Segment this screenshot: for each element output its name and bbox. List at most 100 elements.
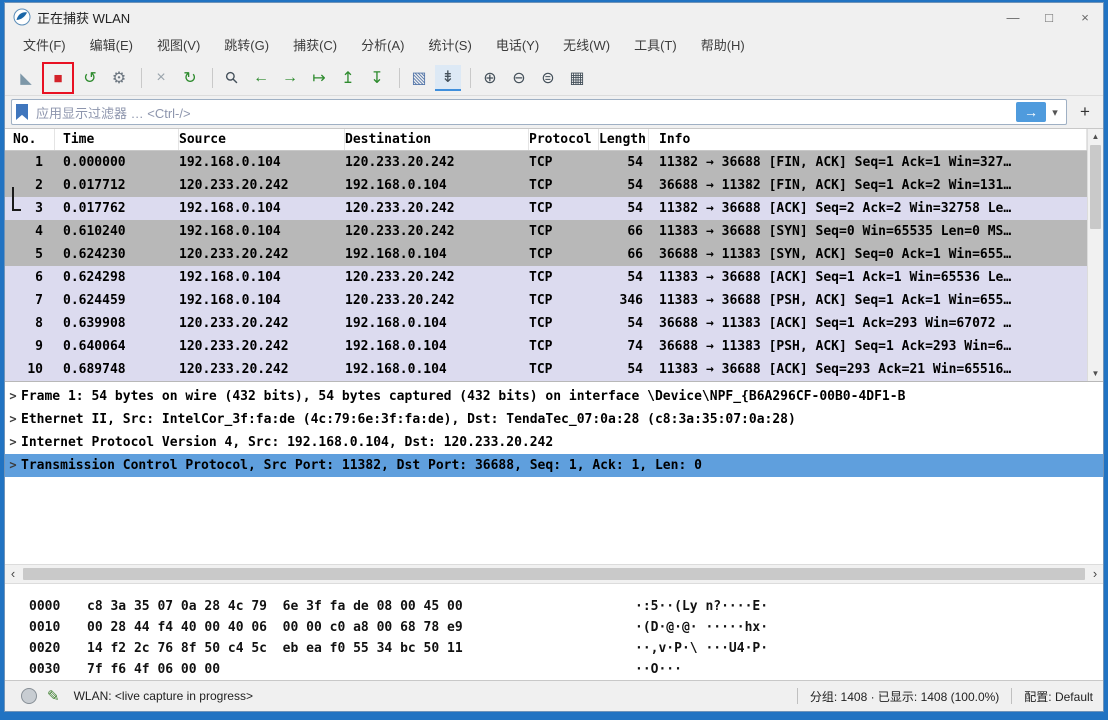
cell-protocol: TCP xyxy=(529,358,599,381)
cell-source: 192.168.0.104 xyxy=(179,289,345,312)
cell-source: 192.168.0.104 xyxy=(179,197,345,220)
detail-row-frame[interactable]: > Frame 1: 54 bytes on wire (432 bits), … xyxy=(5,385,1103,408)
scroll-right-icon[interactable]: › xyxy=(1087,566,1103,582)
detail-row-ethernet[interactable]: > Ethernet II, Src: IntelCor_3f:fa:de (4… xyxy=(5,408,1103,431)
cell-info: 36688 → 11383 [SYN, ACK] Seq=0 Ack=1 Win… xyxy=(649,243,1087,266)
stop-capture-icon[interactable]: ■ xyxy=(45,65,71,91)
go-first-packet-icon[interactable]: ↥ xyxy=(335,65,361,91)
hex-bytes: 14 f2 2c 76 8f 50 c4 5c eb ea f0 55 34 b… xyxy=(87,638,635,659)
go-forward-icon[interactable]: → xyxy=(277,65,303,91)
title-bar[interactable]: 正在捕获 WLAN — □ × xyxy=(5,3,1103,31)
packet-row[interactable]: 2 0.017712 120.233.20.242 192.168.0.104 … xyxy=(5,174,1087,197)
packet-row[interactable]: 8 0.639908 120.233.20.242 192.168.0.104 … xyxy=(5,312,1087,335)
restart-capture-icon[interactable]: ↺ xyxy=(77,65,103,91)
hex-row[interactable]: 0010 00 28 44 f4 40 00 40 06 00 00 c0 a8… xyxy=(5,617,1103,638)
toolbar-separator xyxy=(470,68,471,88)
cell-destination: 192.168.0.104 xyxy=(345,335,529,358)
close-file-icon[interactable]: × xyxy=(148,65,174,91)
maximize-button[interactable]: □ xyxy=(1031,3,1067,31)
apply-filter-icon[interactable]: → xyxy=(1016,102,1046,122)
menu-view[interactable]: 视图(V) xyxy=(145,31,212,61)
menu-edit[interactable]: 编辑(E) xyxy=(78,31,145,61)
column-header-length[interactable]: Length xyxy=(599,129,649,150)
zoom-reset-icon[interactable]: ⊜ xyxy=(535,65,561,91)
packet-row[interactable]: 9 0.640064 120.233.20.242 192.168.0.104 … xyxy=(5,335,1087,358)
expander-icon[interactable]: > xyxy=(5,408,21,431)
menu-telephony[interactable]: 电话(Y) xyxy=(484,31,551,61)
detail-row-ip[interactable]: > Internet Protocol Version 4, Src: 192.… xyxy=(5,431,1103,454)
capture-status-text: WLAN: <live capture in progress> xyxy=(74,689,253,703)
colorize-packets-icon[interactable]: ▧ xyxy=(406,65,432,91)
scroll-up-icon[interactable]: ▲ xyxy=(1088,129,1103,144)
packet-row[interactable]: 6 0.624298 192.168.0.104 120.233.20.242 … xyxy=(5,266,1087,289)
menu-wireless[interactable]: 无线(W) xyxy=(551,31,622,61)
cell-destination: 120.233.20.242 xyxy=(345,197,529,220)
menu-file[interactable]: 文件(F) xyxy=(11,31,78,61)
menu-analyze[interactable]: 分析(A) xyxy=(349,31,416,61)
display-filter-input[interactable]: 应用显示过滤器 … <Ctrl-/> → ▾ xyxy=(11,99,1067,125)
horizontal-scrollbar[interactable]: ‹ › xyxy=(5,564,1103,584)
profile-selector[interactable]: 配置: Default xyxy=(1024,688,1093,705)
expander-icon[interactable]: > xyxy=(5,454,21,477)
vertical-scrollbar[interactable]: ▲ ▼ xyxy=(1087,129,1103,381)
cell-source: 120.233.20.242 xyxy=(179,243,345,266)
packet-row[interactable]: 1 0.000000 192.168.0.104 120.233.20.242 … xyxy=(5,151,1087,174)
cell-destination: 192.168.0.104 xyxy=(345,358,529,381)
expander-icon[interactable]: > xyxy=(5,431,21,454)
hex-row[interactable]: 0030 7f f6 4f 06 00 00 ··O··· xyxy=(5,659,1103,680)
capture-comment-icon[interactable]: ✎ xyxy=(47,687,60,705)
menu-tools[interactable]: 工具(T) xyxy=(622,31,689,61)
auto-scroll-icon[interactable]: ⇟ xyxy=(435,65,461,91)
column-header-destination[interactable]: Destination xyxy=(345,129,529,150)
column-header-time[interactable]: Time xyxy=(55,129,179,150)
column-header-info[interactable]: Info xyxy=(649,129,1087,150)
menu-go[interactable]: 跳转(G) xyxy=(212,31,281,61)
expander-icon[interactable]: > xyxy=(5,385,21,408)
hex-offset: 0020 xyxy=(29,638,87,659)
go-back-icon[interactable]: ← xyxy=(248,65,274,91)
close-button[interactable]: × xyxy=(1067,3,1103,31)
cell-time: 0.017762 xyxy=(55,197,179,220)
menu-statistics[interactable]: 统计(S) xyxy=(416,31,483,61)
start-capture-icon[interactable]: ◣ xyxy=(13,65,39,91)
zoom-in-icon[interactable]: ⊕ xyxy=(477,65,503,91)
go-to-packet-icon[interactable]: ↦ xyxy=(306,65,332,91)
packet-row[interactable]: 4 0.610240 192.168.0.104 120.233.20.242 … xyxy=(5,220,1087,243)
menu-help[interactable]: 帮助(H) xyxy=(689,31,757,61)
go-last-packet-icon[interactable]: ↧ xyxy=(364,65,390,91)
add-filter-button[interactable]: + xyxy=(1073,102,1097,122)
cell-source: 120.233.20.242 xyxy=(179,335,345,358)
detail-row-tcp-selected[interactable]: > Transmission Control Protocol, Src Por… xyxy=(5,454,1103,477)
column-header-protocol[interactable]: Protocol xyxy=(529,129,599,150)
cell-no: 1 xyxy=(5,151,55,174)
scroll-down-icon[interactable]: ▼ xyxy=(1088,366,1103,381)
find-packet-icon[interactable]: ⚲ xyxy=(214,60,251,97)
scrollbar-thumb[interactable] xyxy=(1090,145,1101,229)
capture-options-icon[interactable]: ⚙ xyxy=(106,65,132,91)
minimize-button[interactable]: — xyxy=(995,3,1031,31)
packet-row[interactable]: 7 0.624459 192.168.0.104 120.233.20.242 … xyxy=(5,289,1087,312)
cell-info: 11383 → 36688 [PSH, ACK] Seq=1 Ack=1 Win… xyxy=(649,289,1087,312)
empty-area xyxy=(5,477,1103,564)
hex-row[interactable]: 0020 14 f2 2c 76 8f 50 c4 5c eb ea f0 55… xyxy=(5,638,1103,659)
cell-source: 192.168.0.104 xyxy=(179,151,345,174)
cell-length: 54 xyxy=(599,174,649,197)
scroll-left-icon[interactable]: ‹ xyxy=(5,566,21,582)
zoom-out-icon[interactable]: ⊖ xyxy=(506,65,532,91)
bookmark-icon[interactable] xyxy=(16,104,28,120)
packet-row[interactable]: 10 0.689748 120.233.20.242 192.168.0.104… xyxy=(5,358,1087,381)
column-header-no[interactable]: No. xyxy=(5,129,55,150)
reload-file-icon[interactable]: ↻ xyxy=(177,65,203,91)
expert-info-icon[interactable] xyxy=(21,688,37,704)
hex-offset: 0010 xyxy=(29,617,87,638)
packet-row[interactable]: 5 0.624230 120.233.20.242 192.168.0.104 … xyxy=(5,243,1087,266)
packet-row[interactable]: 3 0.017762 192.168.0.104 120.233.20.242 … xyxy=(5,197,1087,220)
resize-columns-icon[interactable]: ▦ xyxy=(564,65,590,91)
menu-capture[interactable]: 捕获(C) xyxy=(281,31,349,61)
scrollbar-thumb[interactable] xyxy=(23,568,1085,580)
hex-row[interactable]: 0000 c8 3a 35 07 0a 28 4c 79 6e 3f fa de… xyxy=(5,596,1103,617)
column-header-source[interactable]: Source xyxy=(179,129,345,150)
filter-dropdown-caret-icon[interactable]: ▾ xyxy=(1046,106,1064,119)
cell-time: 0.624230 xyxy=(55,243,179,266)
cell-length: 66 xyxy=(599,243,649,266)
